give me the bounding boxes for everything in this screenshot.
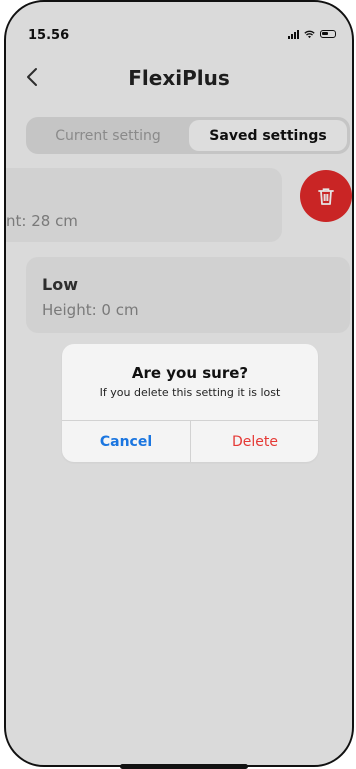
- delete-button[interactable]: Delete: [191, 421, 318, 462]
- home-indicator[interactable]: [120, 764, 248, 769]
- confirm-dialog: Are you sure? If you delete this setting…: [62, 344, 318, 462]
- dialog-title: Are you sure?: [131, 364, 249, 382]
- dialog-message: If you delete this setting it is lost: [99, 386, 281, 399]
- cancel-button[interactable]: Cancel: [62, 421, 190, 462]
- phone-screen: 15.56 FlexiPlus Current setting Saved se…: [4, 0, 354, 767]
